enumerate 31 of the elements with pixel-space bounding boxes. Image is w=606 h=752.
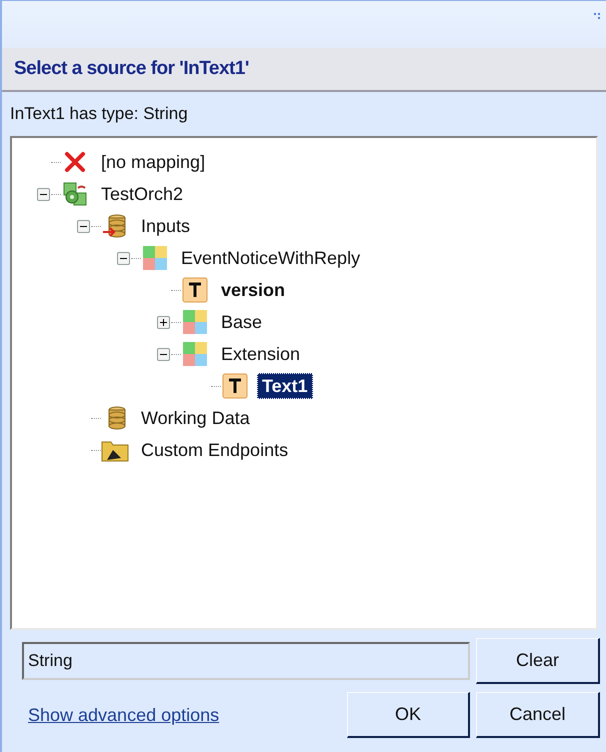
type-field[interactable]: String (22, 642, 470, 680)
cross-icon (63, 150, 87, 174)
clear-button[interactable]: Clear (476, 638, 600, 684)
four-color-squares-icon (182, 309, 208, 335)
tree-item[interactable]: Custom Endpoints (137, 438, 292, 462)
tree-item[interactable]: Inputs (137, 214, 194, 238)
collapse-toggle[interactable] (76, 220, 90, 232)
tree-item[interactable]: EventNoticeWithReply (177, 246, 364, 270)
advanced-options-link[interactable]: Show advanced options (28, 702, 341, 728)
tree-item[interactable]: Text1 (257, 373, 313, 399)
four-color-squares-icon (142, 245, 168, 271)
grip-icon (594, 13, 602, 21)
dialog-title: Select a source for 'InText1' (14, 56, 249, 81)
collapse-toggle[interactable] (36, 188, 50, 200)
database-arrow-icon (102, 213, 128, 239)
tree-item[interactable]: Working Data (137, 406, 254, 430)
ok-button[interactable]: OK (347, 692, 470, 738)
letter-t-icon (182, 277, 208, 303)
collapse-toggle[interactable] (156, 348, 170, 360)
tree-item[interactable]: [no mapping] (97, 150, 210, 174)
cancel-button[interactable]: Cancel (476, 692, 600, 738)
tree-item[interactable]: Extension (217, 342, 304, 366)
expand-toggle[interactable] (156, 316, 170, 328)
four-color-squares-icon (182, 341, 208, 367)
tree-item[interactable]: Base (217, 310, 266, 334)
collapse-toggle[interactable] (116, 252, 130, 264)
gear-icon (62, 181, 88, 207)
tree-item[interactable]: version (217, 278, 290, 302)
letter-t-icon (222, 373, 248, 399)
type-description: InText1 has type: String (10, 103, 188, 126)
tree-item[interactable]: TestOrch2 (97, 182, 188, 206)
